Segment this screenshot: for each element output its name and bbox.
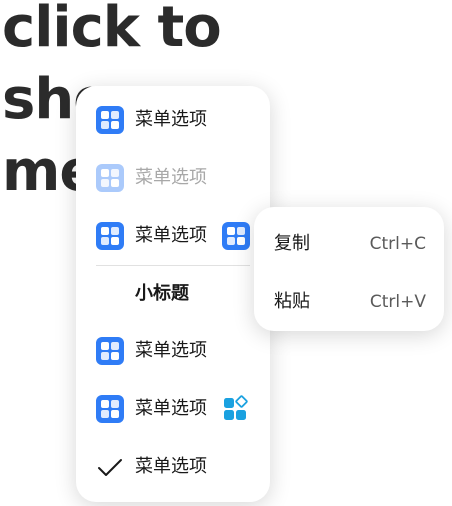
submenu: 复制 Ctrl+C 粘贴 Ctrl+V bbox=[254, 207, 444, 331]
grid-app-icon bbox=[96, 106, 124, 134]
submenu-item-label: 粘贴 bbox=[274, 291, 310, 312]
grid-app-icon bbox=[222, 222, 250, 250]
menu-item-4[interactable]: 菜单选项 bbox=[76, 323, 270, 379]
shortcut-label: Ctrl+V bbox=[369, 292, 426, 312]
grid-app-icon bbox=[96, 337, 124, 365]
menu-item-2-disabled: 菜单选项 bbox=[76, 150, 270, 206]
menu-item-label: 菜单选项 bbox=[135, 398, 207, 419]
menu-item-label: 菜单选项 bbox=[135, 340, 207, 361]
menu-item-3-with-submenu[interactable]: 菜单选项 bbox=[76, 208, 270, 264]
menu-item-label: 菜单选项 bbox=[135, 109, 207, 130]
menu-item-label: 菜单选项 bbox=[135, 456, 207, 477]
menu-subtitle: 小标题 bbox=[135, 283, 189, 304]
grid-app-icon bbox=[96, 395, 124, 423]
context-menu: 菜单选项 菜单选项 菜单选项 小标题 菜单选项 菜单选项 菜单选项 bbox=[76, 86, 270, 502]
menu-item-label: 菜单选项 bbox=[135, 225, 207, 246]
grid-app-icon bbox=[96, 222, 124, 250]
apps-diamond-icon bbox=[222, 395, 250, 423]
menu-item-label: 菜单选项 bbox=[135, 167, 207, 188]
checkmark-icon bbox=[96, 453, 124, 481]
grid-app-icon bbox=[96, 164, 124, 192]
submenu-item-label: 复制 bbox=[274, 233, 310, 254]
menu-divider bbox=[96, 265, 250, 266]
menu-item-6-checked[interactable]: 菜单选项 bbox=[76, 439, 270, 495]
menu-item-1[interactable]: 菜单选项 bbox=[76, 92, 270, 148]
background-title-line-1: click to bbox=[2, 0, 222, 60]
submenu-item-paste[interactable]: 粘贴 Ctrl+V bbox=[254, 269, 444, 327]
submenu-item-copy[interactable]: 复制 Ctrl+C bbox=[254, 211, 444, 269]
menu-item-5[interactable]: 菜单选项 bbox=[76, 381, 270, 437]
shortcut-label: Ctrl+C bbox=[369, 234, 426, 254]
